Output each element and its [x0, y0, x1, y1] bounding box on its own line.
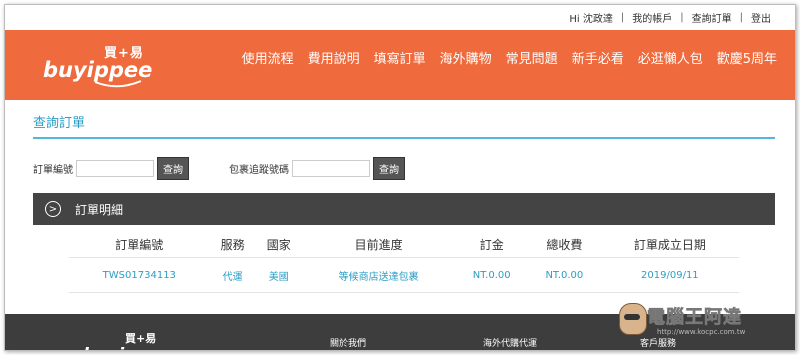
col-order-number: 訂單編號: [115, 237, 164, 252]
col-service: 服務: [220, 237, 245, 252]
main-nav: 使用流程 費用說明 填寫訂單 海外購物 常見問題 新手必看 必逛懶人包 歡慶5周…: [242, 48, 777, 67]
watermark-title: 電腦王阿達: [647, 307, 742, 329]
nav-item-process[interactable]: 使用流程: [242, 48, 294, 67]
tracking-number-input[interactable]: [292, 160, 370, 177]
top-user-bar: Hi 沈政達 | 我的帳戶 | 查詢訂單 | 登出: [5, 5, 795, 30]
order-number-input[interactable]: [76, 160, 154, 177]
order-lookup-link[interactable]: 查詢訂單: [692, 10, 732, 25]
site-header: 買+易 buyippee 使用流程 費用說明 填寫訂單 海外購物 常見問題 新手…: [5, 30, 795, 100]
logout-link[interactable]: 登出: [751, 10, 771, 25]
search-form: 訂單編號 查詢 包裹追蹤號碼 查詢: [33, 157, 795, 180]
watermark-url: http://www.kocpc.com.tw: [657, 328, 746, 336]
nav-item-overseas-shopping[interactable]: 海外購物: [440, 48, 492, 67]
nav-item-guides[interactable]: 必逛懶人包: [638, 48, 703, 67]
country-cell: 美國: [255, 257, 302, 293]
logo-swoosh-icon: [94, 80, 142, 88]
browser-frame: Hi 沈政達 | 我的帳戶 | 查詢訂單 | 登出 買+易 buyippee 使…: [4, 4, 796, 351]
separator: |: [680, 12, 684, 23]
table-row: TWS01734113 代運 美國 等候商店送達包裹 NT.0.00 NT.0.…: [69, 257, 739, 293]
nav-item-faq[interactable]: 常見問題: [506, 48, 558, 67]
col-order-date: 訂單成立日期: [633, 237, 706, 252]
my-account-link[interactable]: 我的帳戶: [632, 10, 672, 25]
order-search-button[interactable]: 查詢: [157, 157, 189, 180]
nav-item-fill-order[interactable]: 填寫訂單: [374, 48, 426, 67]
separator: |: [739, 12, 743, 23]
col-deposit: 訂金: [479, 237, 504, 252]
col-progress: 目前進度: [354, 237, 403, 252]
separator: |: [620, 12, 625, 23]
col-total-fee: 總收費: [546, 237, 583, 252]
footer-logo-chinese: 買+易: [125, 332, 157, 345]
order-date-cell: 2019/09/11: [600, 257, 739, 293]
total-fee-cell: NT.0.00: [528, 257, 601, 293]
order-details-title: 訂單明細: [75, 202, 124, 217]
page-title: 查詢訂單: [33, 112, 775, 139]
col-country: 國家: [266, 237, 291, 252]
mascot-face-icon: [619, 303, 647, 335]
deposit-cell: NT.0.00: [455, 257, 529, 293]
order-number-cell[interactable]: TWS01734113: [69, 257, 210, 293]
tracking-search-button[interactable]: 查詢: [373, 157, 405, 180]
progress-cell: 等候商店送達包裹: [301, 257, 456, 293]
footer-link-about[interactable]: 關於我們: [330, 336, 366, 349]
footer-logo[interactable]: 買+易 buyippee: [65, 330, 175, 350]
service-cell: 代運: [209, 257, 256, 293]
nav-item-fees[interactable]: 費用說明: [308, 48, 360, 67]
order-number-label: 訂單編號: [33, 165, 73, 176]
chevron-right-circle-icon[interactable]: >: [45, 201, 61, 217]
footer-link-overseas-service[interactable]: 海外代購代運: [483, 336, 537, 349]
nav-item-anniversary[interactable]: 歡慶5周年: [717, 48, 777, 67]
site-logo[interactable]: 買+易 buyippee: [41, 40, 152, 90]
order-details-header[interactable]: > 訂單明細: [33, 193, 775, 225]
tracking-number-label: 包裹追蹤號碼: [229, 165, 289, 176]
nav-item-beginners[interactable]: 新手必看: [572, 48, 624, 67]
user-greeting: Hi 沈政達: [569, 14, 613, 25]
footer-logo-english: buyippee: [83, 345, 172, 350]
watermark-logo: 電腦王阿達 http://www.kocpc.com.tw: [617, 301, 792, 341]
table-header-row: 訂單編號 服務 國家 目前進度 訂金 總收費 訂單成立日期: [69, 231, 739, 258]
orders-table: 訂單編號 服務 國家 目前進度 訂金 總收費 訂單成立日期 TWS0173411…: [69, 231, 739, 293]
